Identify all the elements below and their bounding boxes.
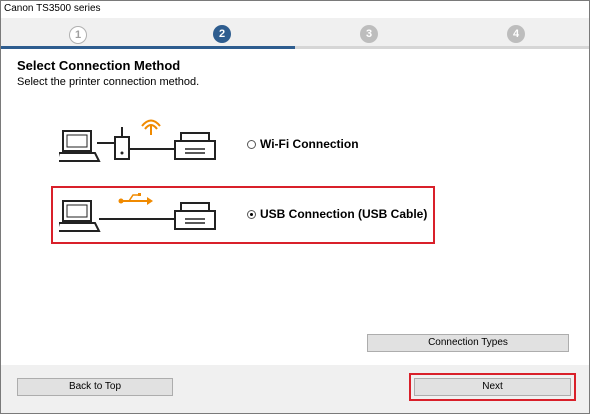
printer-icon xyxy=(174,202,216,230)
wifi-radio[interactable] xyxy=(247,139,256,149)
window-title: Canon TS3500 series xyxy=(4,3,101,14)
printer-icon xyxy=(174,132,216,160)
step-1-done: 1 xyxy=(69,26,87,44)
laptop-icon xyxy=(59,130,101,162)
page-instructions: Select the printer connection method. xyxy=(17,76,200,88)
usb-icon xyxy=(118,193,153,205)
step-4-upcoming: 4 xyxy=(507,25,525,43)
wifi-icon xyxy=(141,119,161,135)
wifi-connection-option[interactable]: Wi-Fi Connection xyxy=(247,137,359,151)
connection-types-button[interactable]: Connection Types xyxy=(367,334,569,352)
laptop-icon xyxy=(59,200,101,232)
step-4-label: 4 xyxy=(512,28,520,40)
router-icon xyxy=(114,127,130,160)
usb-diagram xyxy=(59,193,216,232)
usb-option-label: USB Connection (USB Cable) xyxy=(260,207,428,221)
step-indicator: 1 2 3 4 xyxy=(1,18,589,49)
step-1-label: 1 xyxy=(74,29,82,41)
wifi-diagram xyxy=(59,119,216,162)
usb-connection-option[interactable]: USB Connection (USB Cable) xyxy=(247,207,427,221)
step-3-label: 3 xyxy=(365,28,373,40)
step-2-label: 2 xyxy=(218,28,226,40)
step-2-current: 2 xyxy=(213,25,231,43)
installer-window: Canon TS3500 series 1 2 3 4 Select Conne… xyxy=(0,0,590,414)
wifi-option-label: Wi-Fi Connection xyxy=(260,137,359,151)
step-progress-fill xyxy=(1,46,295,49)
page-title: Select Connection Method xyxy=(17,58,181,73)
back-to-top-button[interactable]: Back to Top xyxy=(17,378,173,396)
usb-radio[interactable] xyxy=(247,209,256,219)
step-3-upcoming: 3 xyxy=(360,25,378,43)
title-bar: Canon TS3500 series xyxy=(1,1,589,18)
next-button[interactable]: Next xyxy=(414,378,571,396)
